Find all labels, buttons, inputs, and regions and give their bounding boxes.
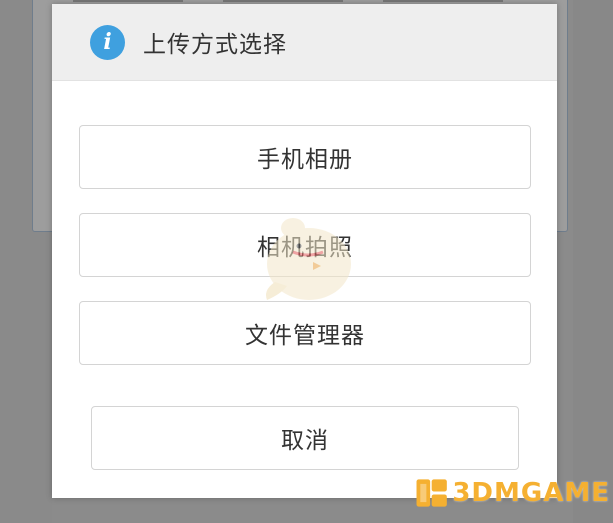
photo-album-label: 手机相册 xyxy=(257,147,353,173)
background-divider xyxy=(223,0,343,2)
photo-album-button[interactable]: 手机相册 xyxy=(79,125,531,189)
cancel-button[interactable]: 取消 xyxy=(91,406,519,470)
background-divider xyxy=(383,0,503,2)
upload-method-dialog: i 上传方式选择 手机相册 相机拍照 文件管理器 取消 xyxy=(52,4,557,498)
cancel-label: 取消 xyxy=(281,428,329,454)
background-overlay-right xyxy=(573,0,613,523)
file-manager-label: 文件管理器 xyxy=(245,323,365,349)
dialog-title: 上传方式选择 xyxy=(143,32,287,58)
file-manager-button[interactable]: 文件管理器 xyxy=(79,301,531,365)
info-icon: i xyxy=(90,24,125,60)
camera-button[interactable]: 相机拍照 xyxy=(79,213,531,277)
camera-label: 相机拍照 xyxy=(257,235,353,261)
background-divider xyxy=(73,0,183,2)
dialog-header: i 上传方式选择 xyxy=(52,4,557,81)
